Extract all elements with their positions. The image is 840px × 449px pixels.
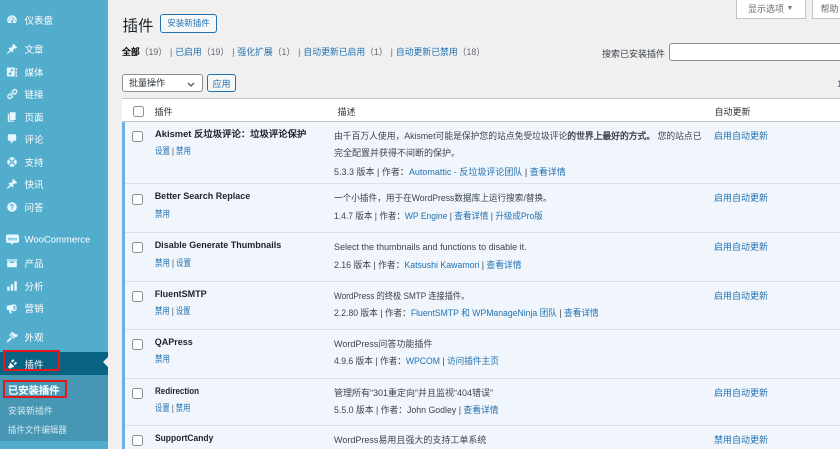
svg-text:Woo: Woo xyxy=(8,236,18,241)
